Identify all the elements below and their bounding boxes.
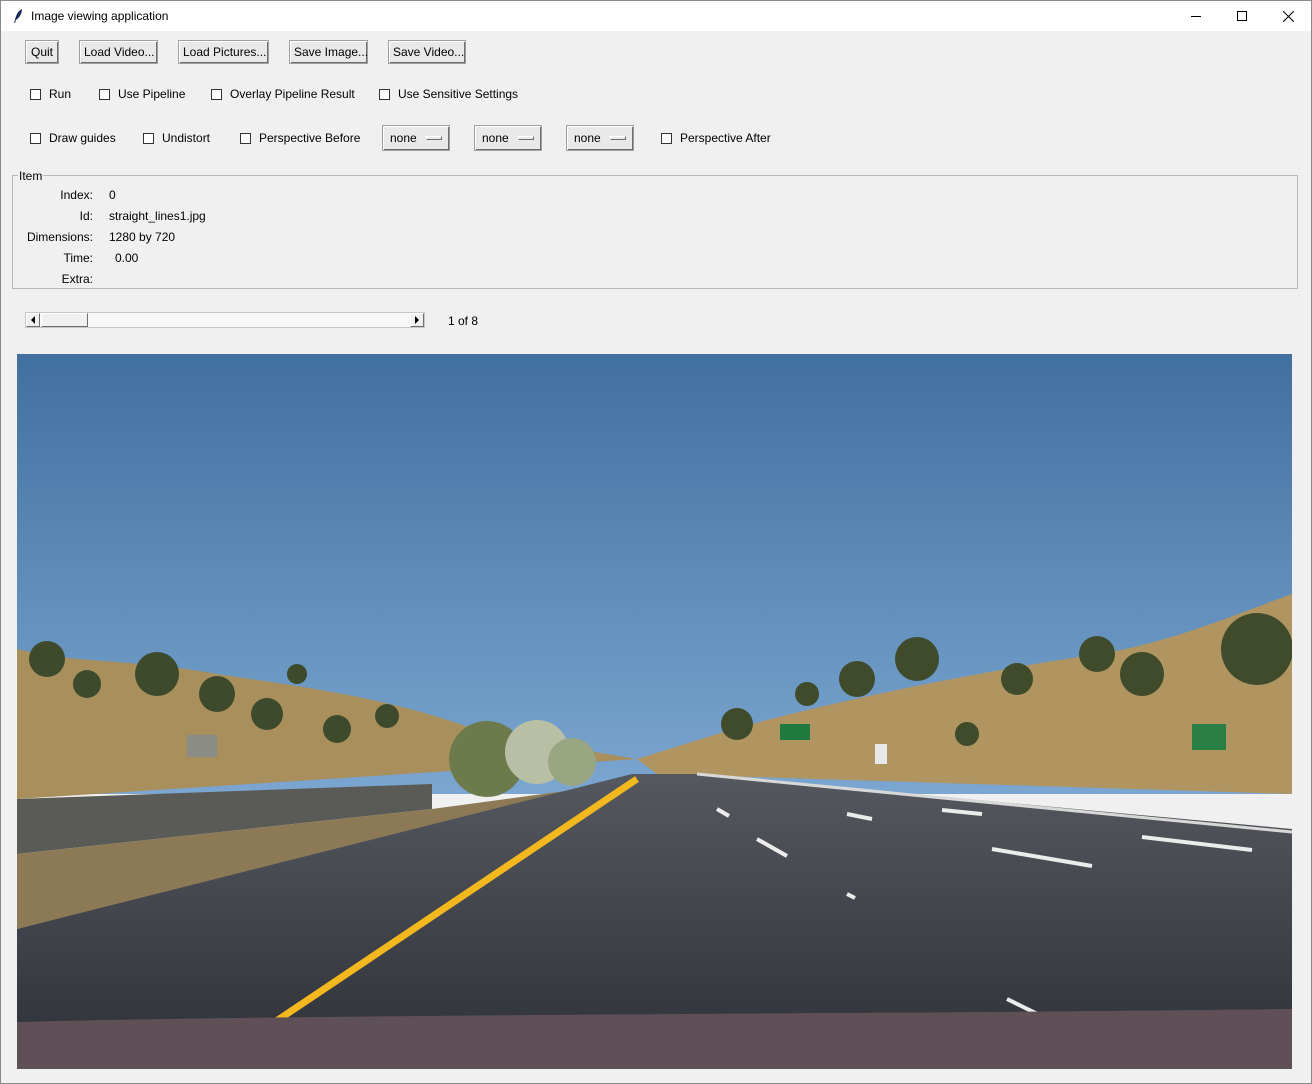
arrow-right-icon <box>415 316 419 324</box>
perspective-after-checkbox[interactable]: Perspective After <box>661 130 771 146</box>
perspective-before-checkbox[interactable]: Perspective Before <box>240 130 360 146</box>
checkbox-box[interactable] <box>143 132 154 144</box>
option-menu-value: none <box>390 131 417 145</box>
id-value: straight_lines1.jpg <box>109 209 206 223</box>
app-window: Image viewing application Quit Load Vide… <box>0 0 1312 1084</box>
extra-label: Extra: <box>61 272 93 286</box>
option-menu-indicator-icon <box>518 136 534 140</box>
undistort-label: Undistort <box>162 131 211 145</box>
dimensions-label: Dimensions: <box>26 230 93 244</box>
time-label: Time: <box>63 251 93 265</box>
window-title: Image viewing application <box>31 9 169 23</box>
checkbox-box[interactable] <box>211 88 222 100</box>
save-image-button[interactable]: Save Image... <box>289 40 368 64</box>
minimize-button[interactable] <box>1173 1 1219 31</box>
close-button[interactable] <box>1265 1 1311 31</box>
option-menu-value: none <box>482 131 509 145</box>
maximize-icon <box>1237 11 1247 21</box>
image-canvas <box>17 354 1292 1069</box>
option-menu-1[interactable]: none <box>382 125 450 151</box>
run-checkbox[interactable]: Run <box>30 86 71 102</box>
use-sensitive-settings-label: Use Sensitive Settings <box>398 87 519 101</box>
frame-scrollbar[interactable] <box>25 312 425 328</box>
load-pictures-button[interactable]: Load Pictures... <box>178 40 269 64</box>
checkbox-box[interactable] <box>99 88 110 100</box>
arrow-left-icon <box>31 316 35 324</box>
perspective-before-label: Perspective Before <box>259 131 361 145</box>
index-label: Index: <box>60 188 93 202</box>
load-video-button[interactable]: Load Video... <box>79 40 158 64</box>
feather-icon <box>14 9 22 23</box>
overlay-pipeline-result-label: Overlay Pipeline Result <box>230 87 355 101</box>
item-frame-label: Item <box>18 169 44 183</box>
use-sensitive-settings-checkbox[interactable]: Use Sensitive Settings <box>379 86 518 102</box>
item-frame <box>12 175 1298 289</box>
checkbox-box[interactable] <box>661 132 672 144</box>
title-bar: Image viewing application <box>1 1 1311 31</box>
save-video-button[interactable]: Save Video... <box>388 40 466 64</box>
use-pipeline-checkbox[interactable]: Use Pipeline <box>99 86 185 102</box>
perspective-after-label: Perspective After <box>680 131 771 145</box>
minimize-icon <box>1191 16 1201 17</box>
checkbox-box[interactable] <box>30 132 41 144</box>
option-menu-value: none <box>574 131 601 145</box>
road-image <box>17 354 1292 1069</box>
close-icon <box>1282 10 1294 22</box>
scroll-left-button[interactable] <box>26 313 40 327</box>
option-menu-3[interactable]: none <box>566 125 634 151</box>
option-menu-indicator-icon <box>426 136 442 140</box>
dimensions-value: 1280 by 720 <box>109 230 176 244</box>
checkbox-box[interactable] <box>30 88 41 100</box>
run-label: Run <box>49 87 72 101</box>
overlay-pipeline-result-checkbox[interactable]: Overlay Pipeline Result <box>211 86 355 102</box>
option-menu-indicator-icon <box>610 136 626 140</box>
id-label: Id: <box>79 209 93 223</box>
time-value: 0.00 <box>115 251 139 265</box>
index-value: 0 <box>109 188 116 202</box>
frame-counter: 1 of 8 <box>448 314 479 328</box>
draw-guides-checkbox[interactable]: Draw guides <box>30 130 116 146</box>
scroll-right-button[interactable] <box>410 313 424 327</box>
undistort-checkbox[interactable]: Undistort <box>143 130 210 146</box>
checkbox-box[interactable] <box>379 88 390 100</box>
maximize-button[interactable] <box>1219 1 1265 31</box>
option-menu-2[interactable]: none <box>474 125 542 151</box>
checkbox-box[interactable] <box>240 132 251 144</box>
scroll-thumb[interactable] <box>41 313 88 327</box>
quit-button[interactable]: Quit <box>25 40 59 64</box>
draw-guides-label: Draw guides <box>49 131 116 145</box>
use-pipeline-label: Use Pipeline <box>118 87 186 101</box>
